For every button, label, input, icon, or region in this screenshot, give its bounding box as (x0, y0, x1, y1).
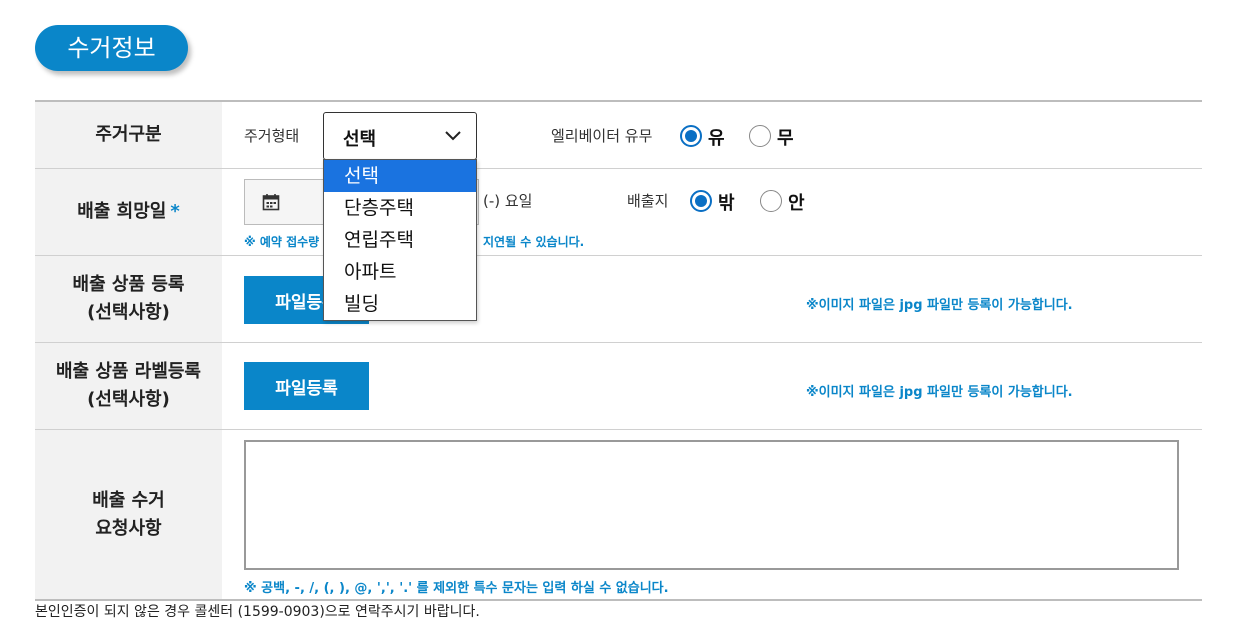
product-upload-row-label: 배출 상품 등록 (선택사항) (35, 256, 222, 342)
product-upload-note: ※이미지 파일은 jpg 파일만 등록이 가능합니다. (806, 298, 1073, 313)
date-hint-left: ※ 예약 접수량 (244, 235, 320, 249)
request-hint: ※ 공백, -, /, (, ), @, ',', '.' 를 제외한 특수 문… (244, 581, 669, 596)
label-upload-note: ※이미지 파일은 jpg 파일만 등록이 가능합니다. (806, 385, 1073, 400)
pickup-form: 주거구분 주거형태 선택 엘리베이터 유무 유 무 배출 희망일 * (-) 요… (35, 100, 1202, 601)
label-upload-row-label: 배출 상품 라벨등록 (선택사항) (35, 343, 222, 429)
elevator-yes-radio[interactable] (680, 125, 702, 147)
label-upload-cell: 파일등록 ※이미지 파일은 jpg 파일만 등록이 가능합니다. (222, 343, 1202, 429)
request-cell: ※ 공백, -, /, (, ), @, ',', '.' 를 제외한 특수 문… (222, 430, 1202, 599)
elevator-yes-label: 유 (708, 128, 725, 149)
footer-note: 본인인증이 되지 않은 경우 콜센터 (1599-0903)으로 연락주시기 바… (35, 604, 480, 620)
dropdown-option[interactable]: 연립주택 (324, 224, 476, 256)
housing-type-dropdown: 선택 단층주택 연립주택 아파트 빌딩 (323, 159, 477, 321)
elevator-no-radio[interactable] (749, 125, 771, 147)
request-row: 배출 수거 요청사항 ※ 공백, -, /, (, ), @, ',', '.'… (35, 429, 1202, 601)
date-hint-right: 지연될 수 있습니다. (483, 235, 585, 249)
date-row-label: 배출 희망일 * (35, 169, 222, 255)
dropdown-option[interactable]: 단층주택 (324, 192, 476, 224)
dropdown-option[interactable]: 빌딩 (324, 288, 476, 320)
elevator-label: 엘리베이터 유무 (551, 127, 653, 145)
product-upload-row: 배출 상품 등록 (선택사항) 파일등록 ※이미지 파일은 jpg 파일만 등록… (35, 255, 1202, 342)
housing-row: 주거구분 주거형태 선택 엘리베이터 유무 유 무 (35, 100, 1202, 168)
place-out-radio[interactable] (690, 190, 712, 212)
housing-type-select[interactable]: 선택 (323, 112, 477, 160)
date-row: 배출 희망일 * (-) 요일 배출지 밖 안 ※ 예약 접수량 지연될 수 있… (35, 168, 1202, 255)
calendar-icon (262, 194, 280, 211)
housing-type-label: 주거형태 (244, 127, 300, 145)
date-row-label-text: 배출 희망일 (77, 201, 167, 222)
section-title-badge: 수거정보 (35, 25, 188, 71)
place-out-label: 밖 (718, 193, 735, 214)
label-upload-row: 배출 상품 라벨등록 (선택사항) 파일등록 ※이미지 파일은 jpg 파일만 … (35, 342, 1202, 429)
place-in-radio[interactable] (760, 190, 782, 212)
request-textarea[interactable] (244, 440, 1179, 570)
housing-row-label: 주거구분 (35, 102, 222, 168)
elevator-no-label: 무 (777, 128, 794, 149)
dropdown-option[interactable]: 아파트 (324, 256, 476, 288)
dropdown-option[interactable]: 선택 (324, 160, 476, 192)
place-label: 배출지 (627, 192, 669, 210)
request-row-label: 배출 수거 요청사항 (35, 430, 222, 599)
required-mark: * (170, 201, 180, 222)
label-file-upload-button[interactable]: 파일등록 (244, 362, 369, 410)
place-in-label: 안 (788, 193, 805, 214)
housing-type-select-value: 선택 (343, 129, 377, 150)
chevron-down-icon (445, 131, 461, 141)
weekday-text: (-) 요일 (483, 192, 533, 210)
